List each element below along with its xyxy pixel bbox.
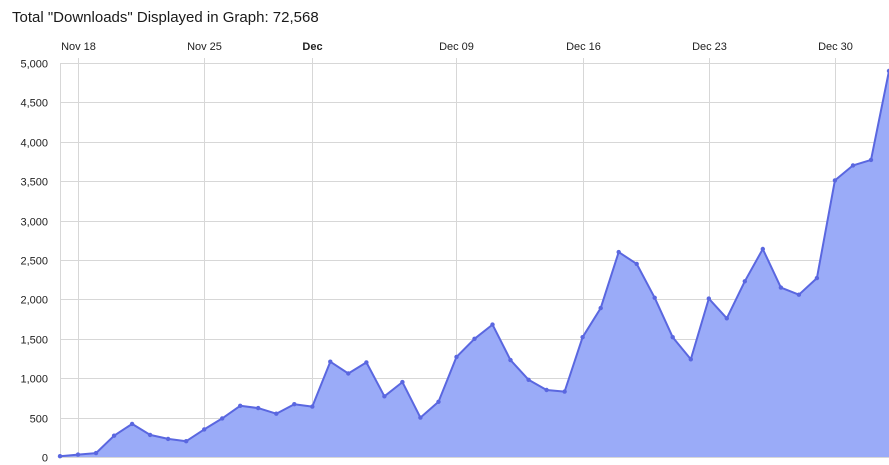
data-point <box>292 402 297 407</box>
y-tick-label: 4,500 <box>20 98 48 110</box>
y-tick-label: 2,500 <box>20 256 48 268</box>
data-point <box>688 357 693 362</box>
data-point <box>814 275 820 281</box>
data-point <box>472 336 477 341</box>
data-point <box>562 389 567 394</box>
data-point <box>184 439 189 444</box>
data-point <box>274 411 279 416</box>
data-point <box>760 246 765 252</box>
data-point <box>508 357 513 363</box>
data-point <box>652 295 657 300</box>
data-point <box>346 371 351 376</box>
y-tick-label: 500 <box>30 414 48 426</box>
downloads-area-chart: 0 500 1,000 1,500 2,000 2,500 3,000 3,500 4,000 4… <box>20 41 889 465</box>
data-point <box>670 335 675 340</box>
data-point <box>147 432 153 438</box>
data-point <box>724 316 729 321</box>
data-point <box>544 387 549 393</box>
data-point <box>796 292 802 297</box>
data-point <box>400 379 405 385</box>
x-tick-label: Dec 23 <box>692 41 727 53</box>
data-point <box>165 436 171 442</box>
downloads-area-fill <box>60 70 889 458</box>
x-tick-label: Nov 25 <box>187 41 222 53</box>
data-point <box>202 427 207 432</box>
data-point <box>129 421 135 427</box>
data-point <box>598 305 603 311</box>
data-point <box>238 403 243 408</box>
y-axis-tick-labels: 0 500 1,000 1,500 2,000 2,500 3,000 3,500 4,000 4… <box>20 59 48 465</box>
data-point <box>382 394 387 399</box>
x-tick-label: Dec 16 <box>566 41 601 53</box>
data-point <box>850 163 856 168</box>
data-point <box>111 433 117 438</box>
y-tick-label: 3,500 <box>20 177 48 189</box>
y-tick-label: 1,500 <box>20 335 48 347</box>
data-point <box>634 261 639 267</box>
y-tick-label: 2,000 <box>20 295 48 307</box>
y-tick-label: 4,000 <box>20 138 48 150</box>
data-point <box>868 157 874 163</box>
data-point <box>256 405 261 411</box>
y-tick-label: 1,000 <box>20 374 48 386</box>
x-tick-label: Dec 30 <box>818 41 853 53</box>
data-point <box>580 335 585 340</box>
data-point <box>57 454 63 459</box>
x-axis-tick-labels: Nov 18 Nov 25 Dec Dec 09 Dec 16 Dec 23 Dec 30 <box>61 41 853 53</box>
data-point <box>454 354 459 360</box>
x-tick-label: Nov 18 <box>61 41 96 53</box>
data-point <box>364 360 369 365</box>
data-point <box>832 178 838 183</box>
data-point <box>490 322 495 327</box>
data-point <box>436 399 441 404</box>
data-point <box>220 416 225 421</box>
data-point <box>616 249 621 255</box>
data-point <box>310 404 315 409</box>
data-point <box>706 296 711 301</box>
data-point <box>75 452 81 457</box>
data-point <box>93 450 99 456</box>
data-point <box>742 279 747 284</box>
y-tick-label: 5,000 <box>20 59 48 71</box>
data-point <box>526 377 531 382</box>
data-point <box>418 415 423 420</box>
x-tick-label: Dec <box>302 41 322 53</box>
y-tick-label: 3,000 <box>20 217 48 229</box>
data-point <box>328 359 333 364</box>
y-tick-label: 0 <box>42 453 48 465</box>
data-point <box>778 285 784 290</box>
x-tick-label: Dec 09 <box>439 41 474 53</box>
